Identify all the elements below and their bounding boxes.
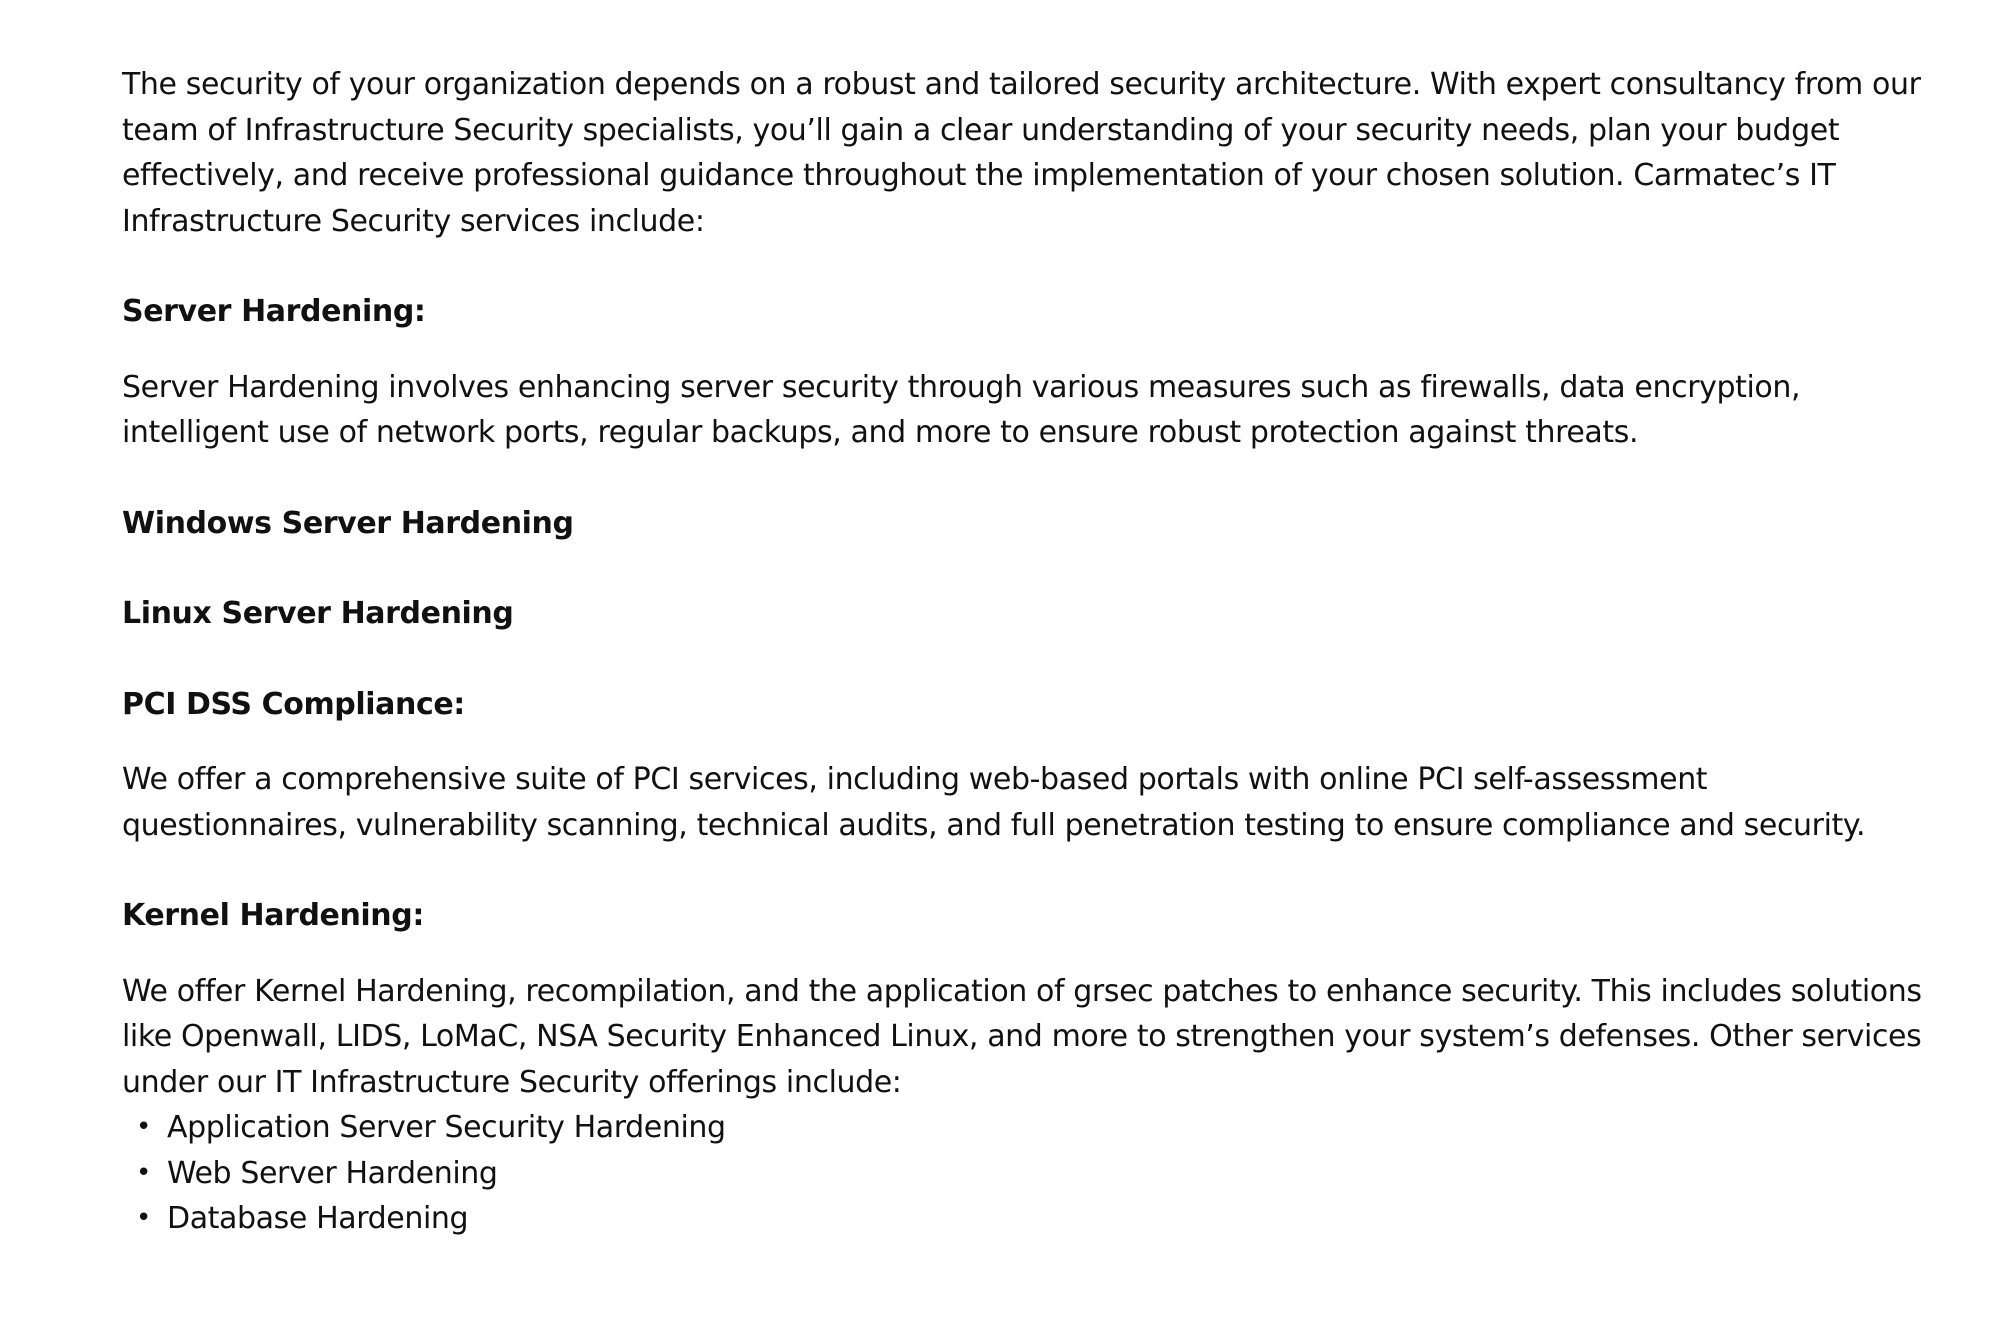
other-services-list: • Application Server Security Hardening …: [122, 1105, 1922, 1242]
heading-server-hardening: Server Hardening:: [122, 294, 426, 329]
bullet-icon: •: [136, 1112, 151, 1142]
kernel-hardening-paragraph: We offer Kernel Hardening, recompilation…: [122, 973, 1922, 1100]
heading-kernel-hardening: Kernel Hardening:: [122, 898, 424, 933]
server-hardening-paragraph: Server Hardening involves enhancing serv…: [122, 369, 1801, 451]
heading-pci-dss-compliance: PCI DSS Compliance:: [122, 686, 465, 722]
list-item-label: Web Server Hardening: [167, 1155, 498, 1191]
pci-dss-paragraph: We offer a comprehensive suite of PCI se…: [122, 762, 1866, 843]
heading-linux-server-hardening: Linux Server Hardening: [122, 596, 514, 631]
list-item: • Web Server Hardening: [122, 1151, 1922, 1197]
intro-paragraph: The security of your organization depend…: [122, 67, 1921, 239]
bullet-icon: •: [136, 1157, 151, 1188]
article-content: The security of your organization depend…: [122, 62, 1922, 1242]
list-item-label: Application Server Security Hardening: [167, 1110, 726, 1145]
bullet-icon: •: [136, 1203, 151, 1233]
list-item: • Database Hardening: [122, 1196, 1922, 1242]
heading-windows-server-hardening: Windows Server Hardening: [122, 505, 574, 541]
list-item: • Application Server Security Hardening: [122, 1105, 1922, 1151]
list-item-label: Database Hardening: [167, 1201, 469, 1236]
